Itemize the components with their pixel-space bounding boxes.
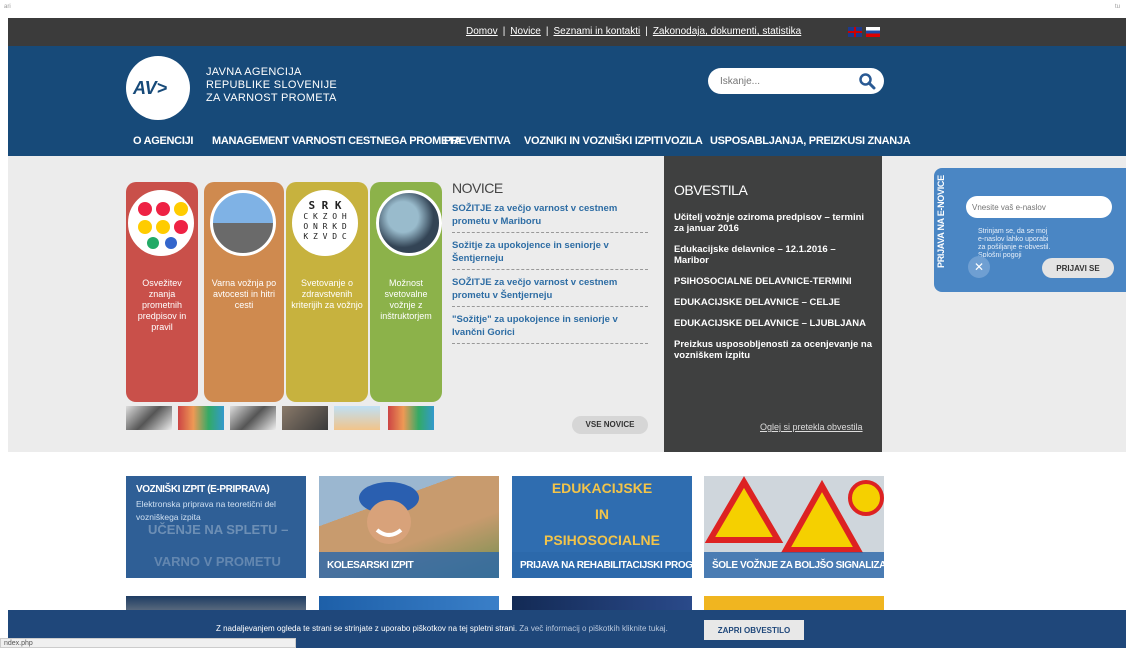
- english-flag-icon[interactable]: [848, 27, 862, 37]
- cookie-more-link[interactable]: Za več informacij o piškotkih kliknite t…: [519, 624, 668, 633]
- highway-image: [210, 190, 276, 256]
- agency-name: JAVNA AGENCIJA REPUBLIKE SLOVENIJE ZA VA…: [206, 66, 337, 105]
- slovenian-flag-icon[interactable]: [866, 27, 880, 37]
- tile-e-priprava-subtitle: Elektronska priprava na teoretični del v…: [136, 499, 276, 522]
- news-section: NOVICE SOŽITJE za večjo varnost v cestne…: [452, 180, 652, 344]
- browser-bar: ari tu: [0, 0, 1126, 18]
- slide-svetovanje[interactable]: S R KC K Z O HO N R K DK Z V D C Svetova…: [286, 182, 368, 402]
- tile-rehabilitacija[interactable]: EDUKACIJSKE IN PSIHOSOCIALNE PRIJAVA NA …: [512, 476, 692, 578]
- announcement-item[interactable]: Preizkus usposobljenosti za ocenjevanje …: [674, 339, 872, 361]
- link-zakonodaja[interactable]: Zakonodaja, dokumenti, statistika: [653, 26, 801, 37]
- slide-3-text: Svetovanje o zdravstvenih kriterijih za …: [291, 278, 363, 310]
- nav-management[interactable]: MANAGEMENT VARNOSTI CESTNEGA PROMETA: [212, 135, 462, 147]
- thumbnail-4[interactable]: [282, 406, 328, 430]
- utility-links: Domov | Novice | Seznami in kontakti | Zakonod…: [466, 26, 802, 37]
- slide-osvezitev[interactable]: Osvežitev znanja prometnih predpisov in …: [126, 182, 198, 402]
- traffic-signs-image: [128, 190, 194, 256]
- agency-logo[interactable]: AV>: [126, 56, 190, 120]
- news-item[interactable]: SOŽITJE za večjo varnost v cestnem prome…: [452, 270, 648, 307]
- main-nav: O AGENCIJI MANAGEMENT VARNOSTI CESTNEGA …: [8, 132, 1126, 156]
- agency-line-3: ZA VARNOST PROMETA: [206, 92, 337, 104]
- slider-thumbnails: [126, 406, 442, 432]
- announcements-panel: OBVESTILA Učitelj vožnje oziroma predpis…: [664, 156, 882, 452]
- road-signs-image: [704, 476, 884, 553]
- tile-sole-voznje[interactable]: ŠOLE VOŽNJE ZA BOLJŠO SIGNALIZACIJO: [704, 476, 884, 578]
- announcements-title: OBVESTILA: [674, 182, 748, 198]
- slide-moznost[interactable]: Možnost svetovalne vožnje z inštruktorje…: [370, 182, 442, 402]
- news-item[interactable]: SOŽITJE za večjo varnost v cestnem prome…: [452, 196, 648, 233]
- link-novice[interactable]: Novice: [510, 26, 541, 37]
- thumbnail-5[interactable]: [334, 406, 380, 430]
- nav-vozila[interactable]: VOZILA: [664, 135, 703, 147]
- nav-vozniki[interactable]: VOZNIKI IN VOZNIŠKI IZPITI: [524, 135, 663, 147]
- news-title: NOVICE: [452, 180, 503, 196]
- tile-watermark-1: UČENJE NA SPLETU –: [148, 522, 289, 537]
- slide-4-text: Možnost svetovalne vožnje z inštruktorje…: [380, 278, 432, 321]
- tile-kolesarski-caption: KOLESARSKI IZPIT: [319, 552, 499, 578]
- browser-status-bar: ndex.php: [0, 638, 296, 648]
- news-item[interactable]: Sožitje za upokojence in seniorje v Šent…: [452, 233, 648, 270]
- thumbnail-1[interactable]: [126, 406, 172, 430]
- tile-sole-caption: ŠOLE VOŽNJE ZA BOLJŠO SIGNALIZACIJO: [704, 552, 884, 578]
- page: ari tu Domov | Novice | Seznami in kontakti |…: [0, 0, 1126, 648]
- nav-o-agenciji[interactable]: O AGENCIJI: [133, 135, 193, 147]
- site-header: AV> JAVNA AGENCIJA REPUBLIKE SLOVENIJE Z…: [8, 46, 1126, 156]
- eye-chart-image: S R KC K Z O HO N R K DK Z V D C: [292, 190, 358, 256]
- tile-e-priprava[interactable]: VOZNIŠKI IZPIT (E-PRIPRAVA) Elektronska …: [126, 476, 306, 578]
- announcement-item[interactable]: EDUKACIJSKE DELAVNICE – LJUBLJANA: [674, 318, 872, 329]
- announcement-item[interactable]: Učitelj vožnje oziroma predpisov – termi…: [674, 212, 872, 234]
- tile-rehabilitacija-caption: PRIJAVA NA REHABILITACIJSKI PROGRAM: [512, 552, 692, 578]
- browser-left-text: ari: [4, 4, 11, 10]
- tile-big-text-2: IN: [595, 506, 609, 522]
- slide-2-text: Varna vožnja po avtocesti in hitri cesti: [211, 278, 277, 310]
- logo-text: AV>: [133, 78, 168, 98]
- agency-line-2: REPUBLIKE SLOVENIJE: [206, 79, 338, 91]
- search-input[interactable]: [720, 73, 850, 89]
- thumbnail-6[interactable]: [388, 406, 434, 430]
- tile-big-text-1: EDUKACIJSKE: [551, 480, 653, 496]
- agency-line-1: JAVNA AGENCIJA: [206, 66, 302, 78]
- search-icon[interactable]: [858, 72, 876, 90]
- nav-preventiva[interactable]: PREVENTIVA: [444, 135, 511, 147]
- feature-slider: Osvežitev znanja prometnih predpisov in …: [126, 182, 442, 430]
- thumbnail-3[interactable]: [230, 406, 276, 430]
- top-utility-nav: Domov | Novice | Seznami in kontakti | Zakonod…: [8, 18, 1126, 46]
- past-announcements-link[interactable]: Oglej si pretekla obvestila: [760, 422, 863, 432]
- cookie-message: Z nadaljevanjem ogleda te strani se stri…: [216, 624, 518, 633]
- cookie-message-container: Z nadaljevanjem ogleda te strani se stri…: [216, 624, 668, 633]
- tile-e-priprava-title: VOZNIŠKI IZPIT (E-PRIPRAVA): [136, 484, 270, 495]
- newsletter-label: PRIJAVA NA E-NOVICE: [936, 175, 946, 268]
- link-seznami-kontakti[interactable]: Seznami in kontakti: [553, 26, 640, 37]
- tile-kolesarski-izpit[interactable]: KOLESARSKI IZPIT: [319, 476, 499, 578]
- driving-lesson-image: [376, 190, 442, 256]
- link-domov[interactable]: Domov: [466, 26, 498, 37]
- child-cyclist-image: [359, 482, 419, 544]
- newsletter-consent-text[interactable]: Strinjam se, da se moj e-naslov lahko up…: [978, 228, 1052, 260]
- all-news-button[interactable]: VSE NOVICE: [572, 416, 648, 434]
- browser-right-text: tu: [1114, 4, 1120, 10]
- nav-usposabljanja[interactable]: USPOSABLJANJA, PREIZKUSI ZNANJA: [710, 135, 911, 147]
- close-cookie-button[interactable]: ZAPRI OBVESTILO: [704, 620, 804, 640]
- close-icon[interactable]: ✕: [968, 256, 990, 278]
- slide-varna-voznja[interactable]: Varna vožnja po avtocesti in hitri cesti: [204, 182, 284, 402]
- search-box: [708, 68, 884, 94]
- announcement-item[interactable]: EDUKACIJSKE DELAVNICE – CELJE: [674, 297, 872, 308]
- subscribe-button[interactable]: PRIJAVI SE: [1042, 258, 1114, 278]
- thumbnail-2[interactable]: [178, 406, 224, 430]
- news-item[interactable]: "Sožitje" za upokojence in seniorje v Iv…: [452, 307, 648, 344]
- newsletter-email-input[interactable]: [966, 196, 1112, 218]
- announcement-item[interactable]: Edukacijske delavnice – 12.1.2016 – Mari…: [674, 244, 872, 266]
- tile-watermark-2: VARNO V PROMETU: [154, 554, 281, 569]
- newsletter-panel: PRIJAVA NA E-NOVICE Strinjam se, da se m…: [934, 168, 1126, 292]
- slide-1-text: Osvežitev znanja prometnih predpisov in …: [137, 278, 187, 332]
- tile-big-text-3: PSIHOSOCIALNE: [544, 532, 660, 548]
- announcement-item[interactable]: PSIHOSOCIALNE DELAVNICE-TERMINI: [674, 276, 872, 287]
